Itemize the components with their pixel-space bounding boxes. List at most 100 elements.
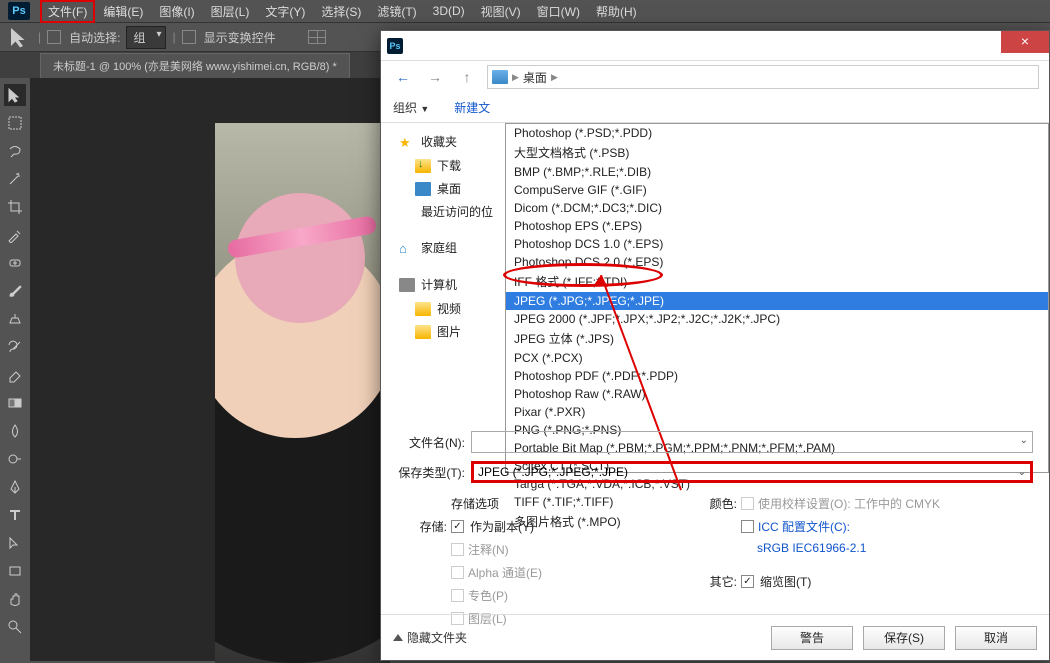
move-tool-icon[interactable] [8, 27, 32, 47]
crumb-sep-icon: ▶ [512, 72, 519, 83]
auto-select-checkbox[interactable] [47, 30, 61, 44]
chevron-down-icon: ⌄ [1018, 467, 1026, 478]
menu-image[interactable]: 图像(I) [151, 0, 202, 23]
document-tab[interactable]: 未标题-1 @ 100% (亦是美网络 www.yishimei.cn, RGB… [40, 53, 350, 78]
history-brush-tool[interactable] [4, 336, 26, 358]
picture-icon [415, 325, 431, 339]
nav-back-icon[interactable]: ← [391, 65, 415, 89]
show-transform-label: 显示变换控件 [204, 29, 276, 46]
format-option[interactable]: Photoshop (*.PSD;*.PDD) [506, 124, 1048, 142]
format-option[interactable]: Pixar (*.PXR) [506, 403, 1048, 421]
new-folder-button[interactable]: 新建文 [454, 99, 490, 116]
ps-logo-icon: Ps [8, 2, 30, 20]
menubar: Ps 文件(F) 编辑(E) 图像(I) 图层(L) 文字(Y) 选择(S) 滤… [0, 0, 1050, 22]
format-option[interactable]: Photoshop Raw (*.RAW) [506, 385, 1048, 403]
filename-combo[interactable]: ⌄ [471, 431, 1033, 453]
eyedropper-tool[interactable] [4, 224, 26, 246]
menu-edit[interactable]: 编辑(E) [95, 0, 151, 23]
menu-select[interactable]: 选择(S) [313, 0, 369, 23]
format-option-jpeg[interactable]: JPEG (*.JPG;*.JPEG;*.JPE) [506, 292, 1048, 310]
sidebar-downloads[interactable]: 下载 [381, 154, 501, 177]
auto-select-dropdown[interactable]: 组 [126, 26, 166, 49]
nav-up-icon[interactable]: ↑ [455, 65, 479, 89]
triangle-up-icon [393, 634, 403, 641]
format-option[interactable]: TIFF (*.TIF;*.TIFF) [506, 493, 1048, 511]
sidebar-computer[interactable]: 计算机 [381, 272, 501, 297]
crumb-sep-icon: ▶ [551, 72, 558, 83]
format-option[interactable]: Photoshop PDF (*.PDF;*.PDP) [506, 367, 1048, 385]
marquee-tool[interactable] [4, 112, 26, 134]
format-option[interactable]: IFF 格式 (*.IFF;*.TDI) [506, 271, 1048, 292]
filetype-combo[interactable]: JPEG (*.JPG;*.JPEG;*.JPE) ⌄ [471, 461, 1033, 483]
close-button[interactable]: × [1001, 31, 1049, 53]
gradient-tool[interactable] [4, 392, 26, 414]
menu-type[interactable]: 文字(Y) [257, 0, 313, 23]
format-option[interactable]: JPEG 2000 (*.JPF;*.JPX;*.JP2;*.J2C;*.J2K… [506, 310, 1048, 328]
file-type-dropdown-list[interactable]: Photoshop (*.PSD;*.PDD) 大型文档格式 (*.PSB) B… [505, 123, 1049, 473]
filetype-value: JPEG (*.JPG;*.JPEG;*.JPE) [478, 465, 628, 479]
healing-brush-tool[interactable] [4, 252, 26, 274]
download-icon [415, 159, 431, 173]
sidebar-videos[interactable]: 视频 [381, 297, 501, 320]
show-transform-checkbox[interactable] [182, 30, 196, 44]
save-button[interactable]: 保存(S) [863, 626, 945, 650]
menu-layer[interactable]: 图层(L) [203, 0, 258, 23]
sidebar-recent[interactable]: 最近访问的位 [381, 200, 501, 223]
image-content [227, 215, 378, 259]
menu-help[interactable]: 帮助(H) [588, 0, 645, 23]
format-option[interactable]: BMP (*.BMP;*.RLE;*.DIB) [506, 163, 1048, 181]
sidebar-desktop[interactable]: 桌面 [381, 177, 501, 200]
format-option[interactable]: PCX (*.PCX) [506, 349, 1048, 367]
desktop-icon [492, 70, 508, 84]
lasso-tool[interactable] [4, 140, 26, 162]
dialog-titlebar: Ps × [381, 31, 1049, 61]
pen-tool[interactable] [4, 476, 26, 498]
path-selection-tool[interactable] [4, 532, 26, 554]
organize-button[interactable]: 组织 ▼ [393, 99, 429, 116]
dialog-nav: ← → ↑ ▶ 桌面 ▶ [381, 61, 1049, 93]
document-image [215, 123, 390, 663]
menu-window[interactable]: 窗口(W) [529, 0, 588, 23]
save-as-dialog: Ps × ← → ↑ ▶ 桌面 ▶ 组织 ▼ 新建文 ★收藏夹 下载 桌面 最近… [380, 30, 1050, 661]
format-option[interactable]: Photoshop EPS (*.EPS) [506, 217, 1048, 235]
rectangle-tool[interactable] [4, 560, 26, 582]
format-option[interactable]: CompuServe GIF (*.GIF) [506, 181, 1048, 199]
brush-tool[interactable] [4, 280, 26, 302]
menu-filter[interactable]: 滤镜(T) [369, 0, 424, 23]
computer-icon [399, 278, 415, 292]
crumb-desktop[interactable]: 桌面 [523, 69, 547, 86]
hide-folders-toggle[interactable]: 隐藏文件夹 [393, 629, 467, 646]
align-icon[interactable] [308, 30, 326, 44]
type-tool[interactable] [4, 504, 26, 526]
zoom-tool[interactable] [4, 616, 26, 638]
as-copy-checkbox[interactable] [451, 520, 464, 533]
move-tool[interactable] [4, 84, 26, 106]
format-option[interactable]: 大型文档格式 (*.PSB) [506, 142, 1048, 163]
nav-forward-icon[interactable]: → [423, 65, 447, 89]
blur-tool[interactable] [4, 420, 26, 442]
menu-3d[interactable]: 3D(D) [425, 1, 473, 21]
warning-button[interactable]: 警告 [771, 626, 853, 650]
dodge-tool[interactable] [4, 448, 26, 470]
icc-value: sRGB IEC61966-2.1 [757, 541, 866, 555]
format-option[interactable]: Photoshop DCS 2.0 (*.EPS) [506, 253, 1048, 271]
format-option[interactable]: Photoshop DCS 1.0 (*.EPS) [506, 235, 1048, 253]
sidebar-pictures[interactable]: 图片 [381, 320, 501, 343]
menu-file[interactable]: 文件(F) [40, 0, 95, 23]
sidebar-favorites[interactable]: ★收藏夹 [381, 129, 501, 154]
spot-checkbox [451, 589, 464, 602]
format-option[interactable]: 多图片格式 (*.MPO) [506, 511, 1048, 532]
eraser-tool[interactable] [4, 364, 26, 386]
sidebar-homegroup[interactable]: ⌂家庭组 [381, 235, 501, 260]
magic-wand-tool[interactable] [4, 168, 26, 190]
menu-view[interactable]: 视图(V) [473, 0, 529, 23]
clone-stamp-tool[interactable] [4, 308, 26, 330]
format-option[interactable]: Dicom (*.DCM;*.DC3;*.DIC) [506, 199, 1048, 217]
hand-tool[interactable] [4, 588, 26, 610]
breadcrumb-bar[interactable]: ▶ 桌面 ▶ [487, 65, 1039, 89]
cancel-button[interactable]: 取消 [955, 626, 1037, 650]
video-icon [415, 302, 431, 316]
crop-tool[interactable] [4, 196, 26, 218]
thumbnail-checkbox[interactable] [741, 575, 754, 588]
format-option[interactable]: JPEG 立体 (*.JPS) [506, 328, 1048, 349]
